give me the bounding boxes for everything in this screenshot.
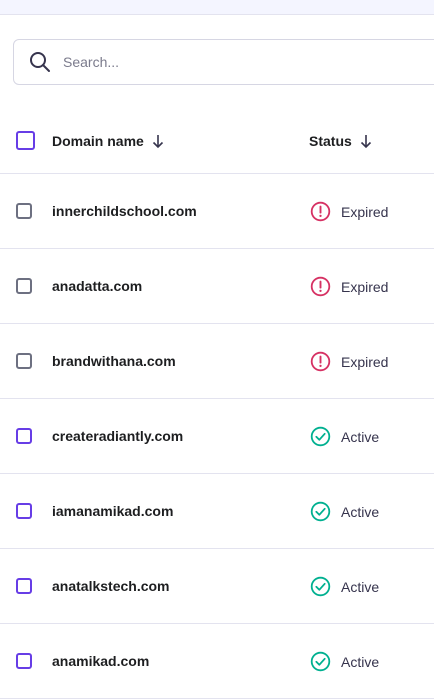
alert-circle-icon bbox=[310, 201, 331, 222]
domains-table: Domain name Status innerchildschool.com bbox=[0, 109, 434, 699]
table-row[interactable]: brandwithana.com Expired bbox=[0, 324, 434, 399]
row-checkbox[interactable] bbox=[16, 278, 32, 294]
column-header-domain[interactable]: Domain name bbox=[52, 133, 164, 149]
arrow-down-icon bbox=[152, 133, 164, 149]
check-circle-icon bbox=[310, 651, 331, 672]
status-label: Active bbox=[341, 428, 380, 445]
arrow-down-icon bbox=[360, 133, 372, 149]
table-row[interactable]: anadatta.com Expired bbox=[0, 249, 434, 324]
row-checkbox[interactable] bbox=[16, 503, 32, 519]
domain-name[interactable]: iamanamikad.com bbox=[52, 503, 173, 519]
row-checkbox[interactable] bbox=[16, 428, 32, 444]
status-label: Expired bbox=[341, 353, 389, 370]
top-bar bbox=[0, 0, 434, 15]
domain-name[interactable]: anatalkstech.com bbox=[52, 578, 170, 594]
domain-name[interactable]: brandwithana.com bbox=[52, 353, 176, 369]
status-label: Expired bbox=[341, 278, 389, 295]
table-row[interactable]: iamanamikad.com Active bbox=[0, 474, 434, 549]
status-label: Expired bbox=[341, 203, 389, 220]
table-header: Domain name Status bbox=[0, 109, 434, 174]
domain-name[interactable]: createradiantly.com bbox=[52, 428, 183, 444]
row-checkbox[interactable] bbox=[16, 203, 32, 219]
search-box[interactable] bbox=[13, 39, 434, 85]
search-input[interactable] bbox=[61, 53, 365, 71]
check-circle-icon bbox=[310, 576, 331, 597]
status-badge: Active bbox=[310, 576, 379, 597]
status-badge: Active bbox=[310, 501, 379, 522]
status-badge: Active bbox=[310, 426, 379, 447]
table-row[interactable]: createradiantly.com Active bbox=[0, 399, 434, 474]
status-badge: Expired bbox=[310, 276, 388, 297]
table-row[interactable]: anatalkstech.com Active bbox=[0, 549, 434, 624]
table-row[interactable]: innerchildschool.com Expired bbox=[0, 174, 434, 249]
alert-circle-icon bbox=[310, 351, 331, 372]
status-badge: Active bbox=[310, 651, 379, 672]
row-checkbox[interactable] bbox=[16, 353, 32, 369]
domain-name[interactable]: anadatta.com bbox=[52, 278, 142, 294]
check-circle-icon bbox=[310, 426, 331, 447]
status-label: Active bbox=[341, 503, 380, 520]
select-all-checkbox[interactable] bbox=[16, 131, 35, 150]
row-checkbox[interactable] bbox=[16, 653, 32, 669]
domain-name[interactable]: anamikad.com bbox=[52, 653, 149, 669]
domain-name[interactable]: innerchildschool.com bbox=[52, 203, 197, 219]
status-label: Active bbox=[341, 578, 380, 595]
status-badge: Expired bbox=[310, 201, 388, 222]
table-row[interactable]: anamikad.com Active bbox=[0, 624, 434, 699]
status-badge: Expired bbox=[310, 351, 388, 372]
column-header-domain-label: Domain name bbox=[52, 133, 144, 149]
column-header-status[interactable]: Status bbox=[309, 133, 372, 149]
row-checkbox[interactable] bbox=[16, 578, 32, 594]
column-header-status-label: Status bbox=[309, 133, 352, 149]
status-label: Active bbox=[341, 653, 380, 670]
search-icon bbox=[29, 51, 51, 73]
alert-circle-icon bbox=[310, 276, 331, 297]
check-circle-icon bbox=[310, 501, 331, 522]
